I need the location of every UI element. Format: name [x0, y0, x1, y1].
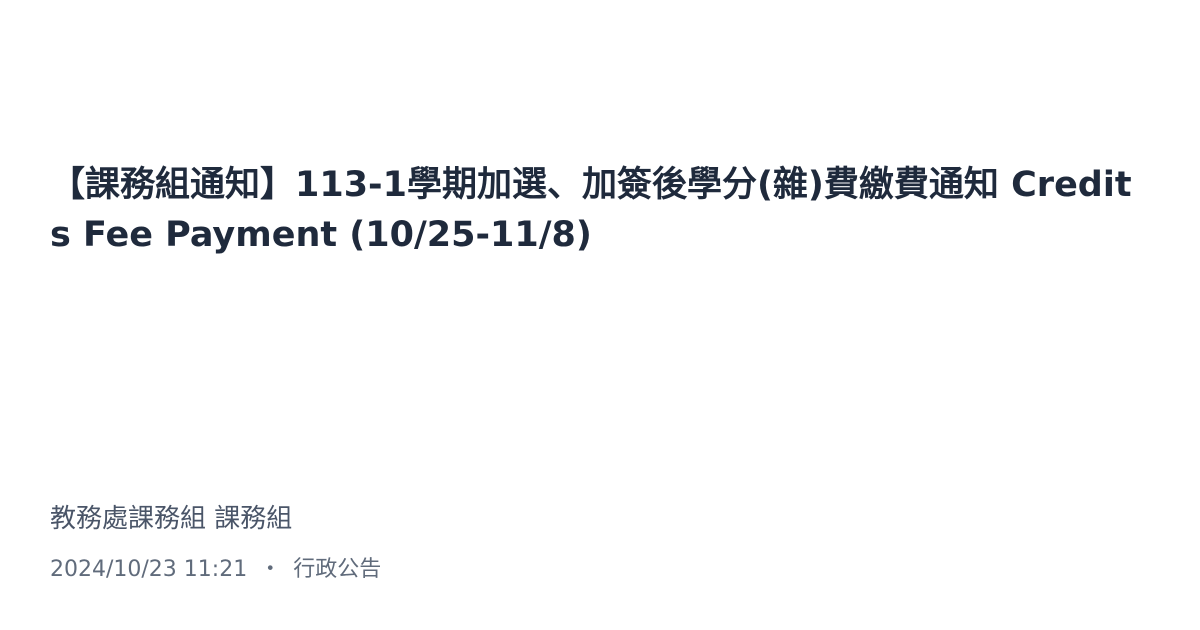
post-datetime: 2024/10/23 11:21 [50, 557, 248, 582]
post-meta: 2024/10/23 11:21 ・行政公告 [50, 554, 381, 586]
post-author: 教務處課務組 課務組 [50, 504, 293, 534]
share-card: 【課務組通知】113-1學期加選、加簽後學分(雜)費繳費通知 Credits F… [0, 0, 1200, 630]
meta-separator: ・ [259, 557, 282, 582]
post-title: 【課務組通知】113-1學期加選、加簽後學分(雜)費繳費通知 Credits F… [50, 165, 1132, 255]
post-category: 行政公告 [293, 557, 382, 582]
